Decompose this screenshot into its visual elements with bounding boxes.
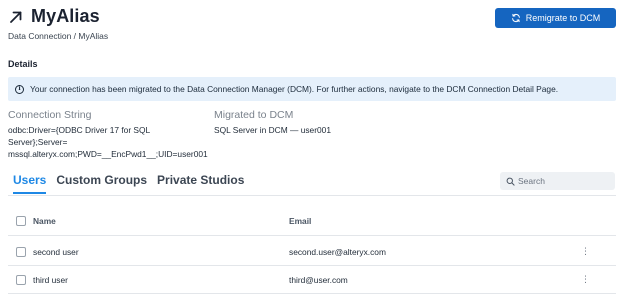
kebab-menu-icon[interactable]: ⋮ — [581, 247, 590, 256]
info-icon: i — [15, 84, 24, 94]
tab-divider — [8, 195, 616, 196]
tab-bar: Users Custom Groups Private Studios — [13, 173, 254, 194]
migrated-label: Migrated to DCM — [214, 109, 294, 121]
users-table: Name Email second user second.user@alter… — [8, 208, 616, 294]
connection-string-line-2: mssql.alteryx.com;PWD=__EncPwd1__;UID=us… — [8, 149, 208, 159]
remigrate-button-label: Remigrate to DCM — [525, 13, 601, 23]
connection-string-line-1: odbc:Driver={ODBC Driver 17 for SQL Serv… — [8, 125, 150, 147]
table-row[interactable]: third user third@user.com ⋮ — [8, 266, 616, 294]
migrated-block: Migrated to DCM SQL Server in DCM — user… — [214, 109, 414, 136]
migration-info-banner: i Your connection has been migrated to t… — [8, 77, 616, 101]
user-name: second user — [33, 246, 79, 257]
row-checkbox[interactable] — [16, 246, 26, 257]
row-checkbox[interactable] — [16, 274, 26, 285]
user-name: third user — [33, 274, 68, 285]
remigrate-button[interactable]: Remigrate to DCM — [495, 8, 616, 28]
tab-users[interactable]: Users — [13, 173, 47, 194]
tab-private-studios[interactable]: Private Studios — [157, 173, 244, 194]
kebab-menu-icon[interactable]: ⋮ — [581, 275, 590, 284]
banner-text: Your connection has been migrated to the… — [30, 84, 559, 94]
breadcrumb[interactable]: Data Connection / MyAlias — [8, 31, 616, 41]
arrow-up-right-icon — [8, 9, 24, 25]
search-box[interactable] — [500, 172, 615, 190]
table-header-row: Name Email — [8, 206, 616, 236]
search-icon — [506, 177, 515, 186]
page-title: MyAlias — [31, 6, 100, 26]
tab-custom-groups[interactable]: Custom Groups — [56, 173, 147, 194]
user-email: second.user@alteryx.com — [289, 246, 386, 257]
page-header: MyAlias Data Connection / MyAlias Remigr… — [8, 6, 616, 41]
table-row[interactable]: second user second.user@alteryx.com ⋮ — [8, 238, 616, 266]
user-email: third@user.com — [289, 274, 348, 285]
column-header-email[interactable]: Email — [289, 216, 311, 226]
column-header-name[interactable]: Name — [33, 216, 56, 226]
details-heading: Details — [8, 59, 38, 69]
search-input[interactable] — [518, 176, 613, 186]
select-all-checkbox[interactable] — [16, 215, 26, 226]
connection-string-block: Connection String odbc:Driver={ODBC Driv… — [8, 109, 208, 160]
connection-string-label: Connection String — [8, 109, 92, 121]
refresh-icon — [511, 13, 520, 23]
migrated-value: SQL Server in DCM — user001 — [214, 125, 331, 135]
